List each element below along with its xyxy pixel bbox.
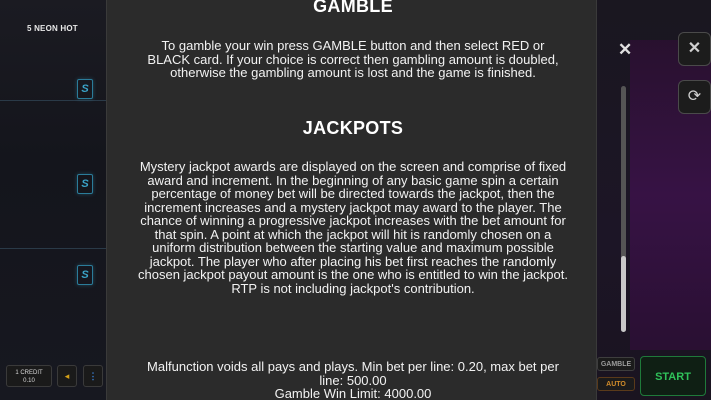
help-scrollbar[interactable]: [621, 86, 626, 332]
gamble-limit-text: Gamble Win Limit: 4000.00: [274, 386, 432, 400]
start-button[interactable]: START: [640, 356, 706, 396]
info-button[interactable]: ⋮: [83, 365, 103, 387]
game-title: 5 NEON HOT: [27, 24, 78, 33]
reel-symbol: S: [77, 174, 93, 194]
history-icon: ⟳: [687, 88, 702, 105]
gamble-button[interactable]: GAMBLE: [597, 357, 635, 371]
credit-value: 0.10: [23, 378, 35, 384]
credit-label: 1 CREDIT: [15, 370, 43, 376]
scrollbar-thumb[interactable]: [621, 256, 626, 332]
game-screen: 5 NEON HOT S S S 1 CREDIT 0.10 ◂ ⋮ GAMBL…: [0, 0, 711, 400]
gamble-rules-text: To gamble your win press GAMBLE button a…: [147, 38, 559, 80]
malfunction-text: Malfunction voids all pays and plays. Mi…: [147, 359, 559, 388]
help-panel: GAMBLE To gamble your win press GAMBLE b…: [106, 0, 597, 400]
speaker-icon: ◂: [64, 371, 70, 381]
auto-button[interactable]: AUTO: [597, 377, 635, 391]
exit-button[interactable]: ✕: [678, 32, 711, 66]
jackpots-section-title: JACKPOTS: [302, 118, 404, 138]
malfunction-section: Malfunction voids all pays and plays. Mi…: [137, 360, 569, 400]
reel-area-left: [0, 0, 106, 400]
close-icon[interactable]: ✕: [618, 40, 632, 60]
exit-icon: ✕: [687, 40, 702, 57]
info-icon: ⋮: [88, 371, 98, 381]
gamble-section-title: GAMBLE: [313, 0, 393, 16]
sound-button[interactable]: ◂: [57, 365, 77, 387]
jackpots-rules-text: Mystery jackpot awards are displayed on …: [138, 159, 568, 296]
reel-symbol: S: [77, 265, 93, 285]
history-button[interactable]: ⟳: [678, 80, 711, 114]
credit-selector[interactable]: 1 CREDIT 0.10: [6, 365, 52, 387]
reel-symbol: S: [77, 79, 93, 99]
